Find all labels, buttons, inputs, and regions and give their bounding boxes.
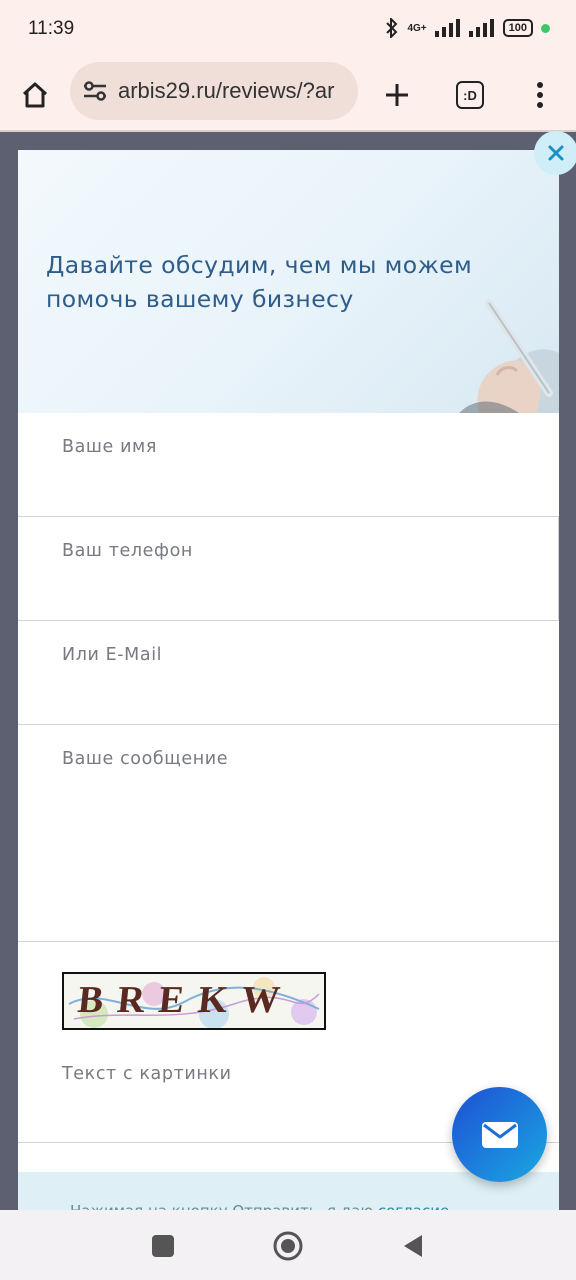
captcha-text: BREKW [75, 979, 296, 1021]
close-button[interactable] [534, 131, 576, 175]
message-field[interactable]: Ваше сообщение [18, 725, 559, 942]
browser-toolbar: arbis29.ru/reviews/?ar :D [0, 60, 576, 132]
new-tab-button[interactable] [374, 72, 420, 118]
email-field[interactable]: Или E-Mail [18, 621, 559, 725]
home-nav-button[interactable] [270, 1228, 306, 1264]
tabs-icon: :D [456, 81, 484, 109]
consent-area: Нажимая на кнопку Отправить, я даю согла… [18, 1172, 559, 1210]
captcha-image: BREKW [62, 972, 326, 1030]
network-type: 4G+ [407, 22, 427, 34]
url-text[interactable]: arbis29.ru/reviews/?ar [118, 78, 334, 104]
square-icon [152, 1235, 174, 1257]
menu-button[interactable] [517, 72, 563, 118]
name-field[interactable]: Ваше имя [18, 413, 559, 517]
address-bar[interactable]: arbis29.ru/reviews/?ar [70, 62, 358, 120]
circle-icon [273, 1231, 303, 1261]
close-icon [548, 145, 564, 161]
captcha-placeholder[interactable]: Текст с картинки [62, 1064, 232, 1084]
system-nav-bar [0, 1210, 576, 1280]
status-bar: 11:39 4G+ 100 [0, 0, 576, 60]
back-button[interactable] [394, 1228, 430, 1264]
status-icons: 4G+ 100 [385, 18, 550, 38]
name-placeholder: Ваше имя [62, 437, 157, 457]
bluetooth-icon [386, 18, 398, 38]
contact-modal: Давайте обсудим, чем мы можем помочь ваш… [18, 150, 559, 1210]
consent-text: Нажимая на кнопку Отправить, я даю согла… [70, 1202, 449, 1210]
more-vert-icon [537, 82, 543, 108]
phone-placeholder: Ваш телефон [62, 541, 193, 561]
signal-icon [434, 19, 460, 37]
modal-hero: Давайте обсудим, чем мы можем помочь ваш… [18, 150, 559, 413]
privacy-dot [541, 23, 550, 33]
tune-icon[interactable] [82, 79, 108, 103]
status-time: 11:39 [28, 18, 75, 39]
consent-link[interactable]: согласие [378, 1202, 449, 1210]
signal-icon-2 [468, 19, 494, 37]
consent-prefix: Нажимая на кнопку Отправить, я даю [70, 1202, 378, 1210]
email-placeholder: Или E-Mail [62, 645, 163, 665]
back-triangle-icon [404, 1235, 422, 1257]
home-button[interactable] [12, 72, 58, 118]
mail-icon [481, 1121, 518, 1148]
hand-writing-illustration [459, 299, 559, 413]
phone-field[interactable]: Ваш телефон [18, 517, 559, 621]
mail-fab-button[interactable] [452, 1087, 547, 1182]
recents-button[interactable] [145, 1228, 181, 1264]
tabs-button[interactable]: :D [447, 72, 493, 118]
tabs-count: :D [463, 87, 477, 103]
message-placeholder: Ваше сообщение [62, 749, 229, 769]
home-icon [22, 82, 48, 108]
plus-icon [386, 84, 408, 106]
battery-indicator: 100 [502, 19, 533, 37]
